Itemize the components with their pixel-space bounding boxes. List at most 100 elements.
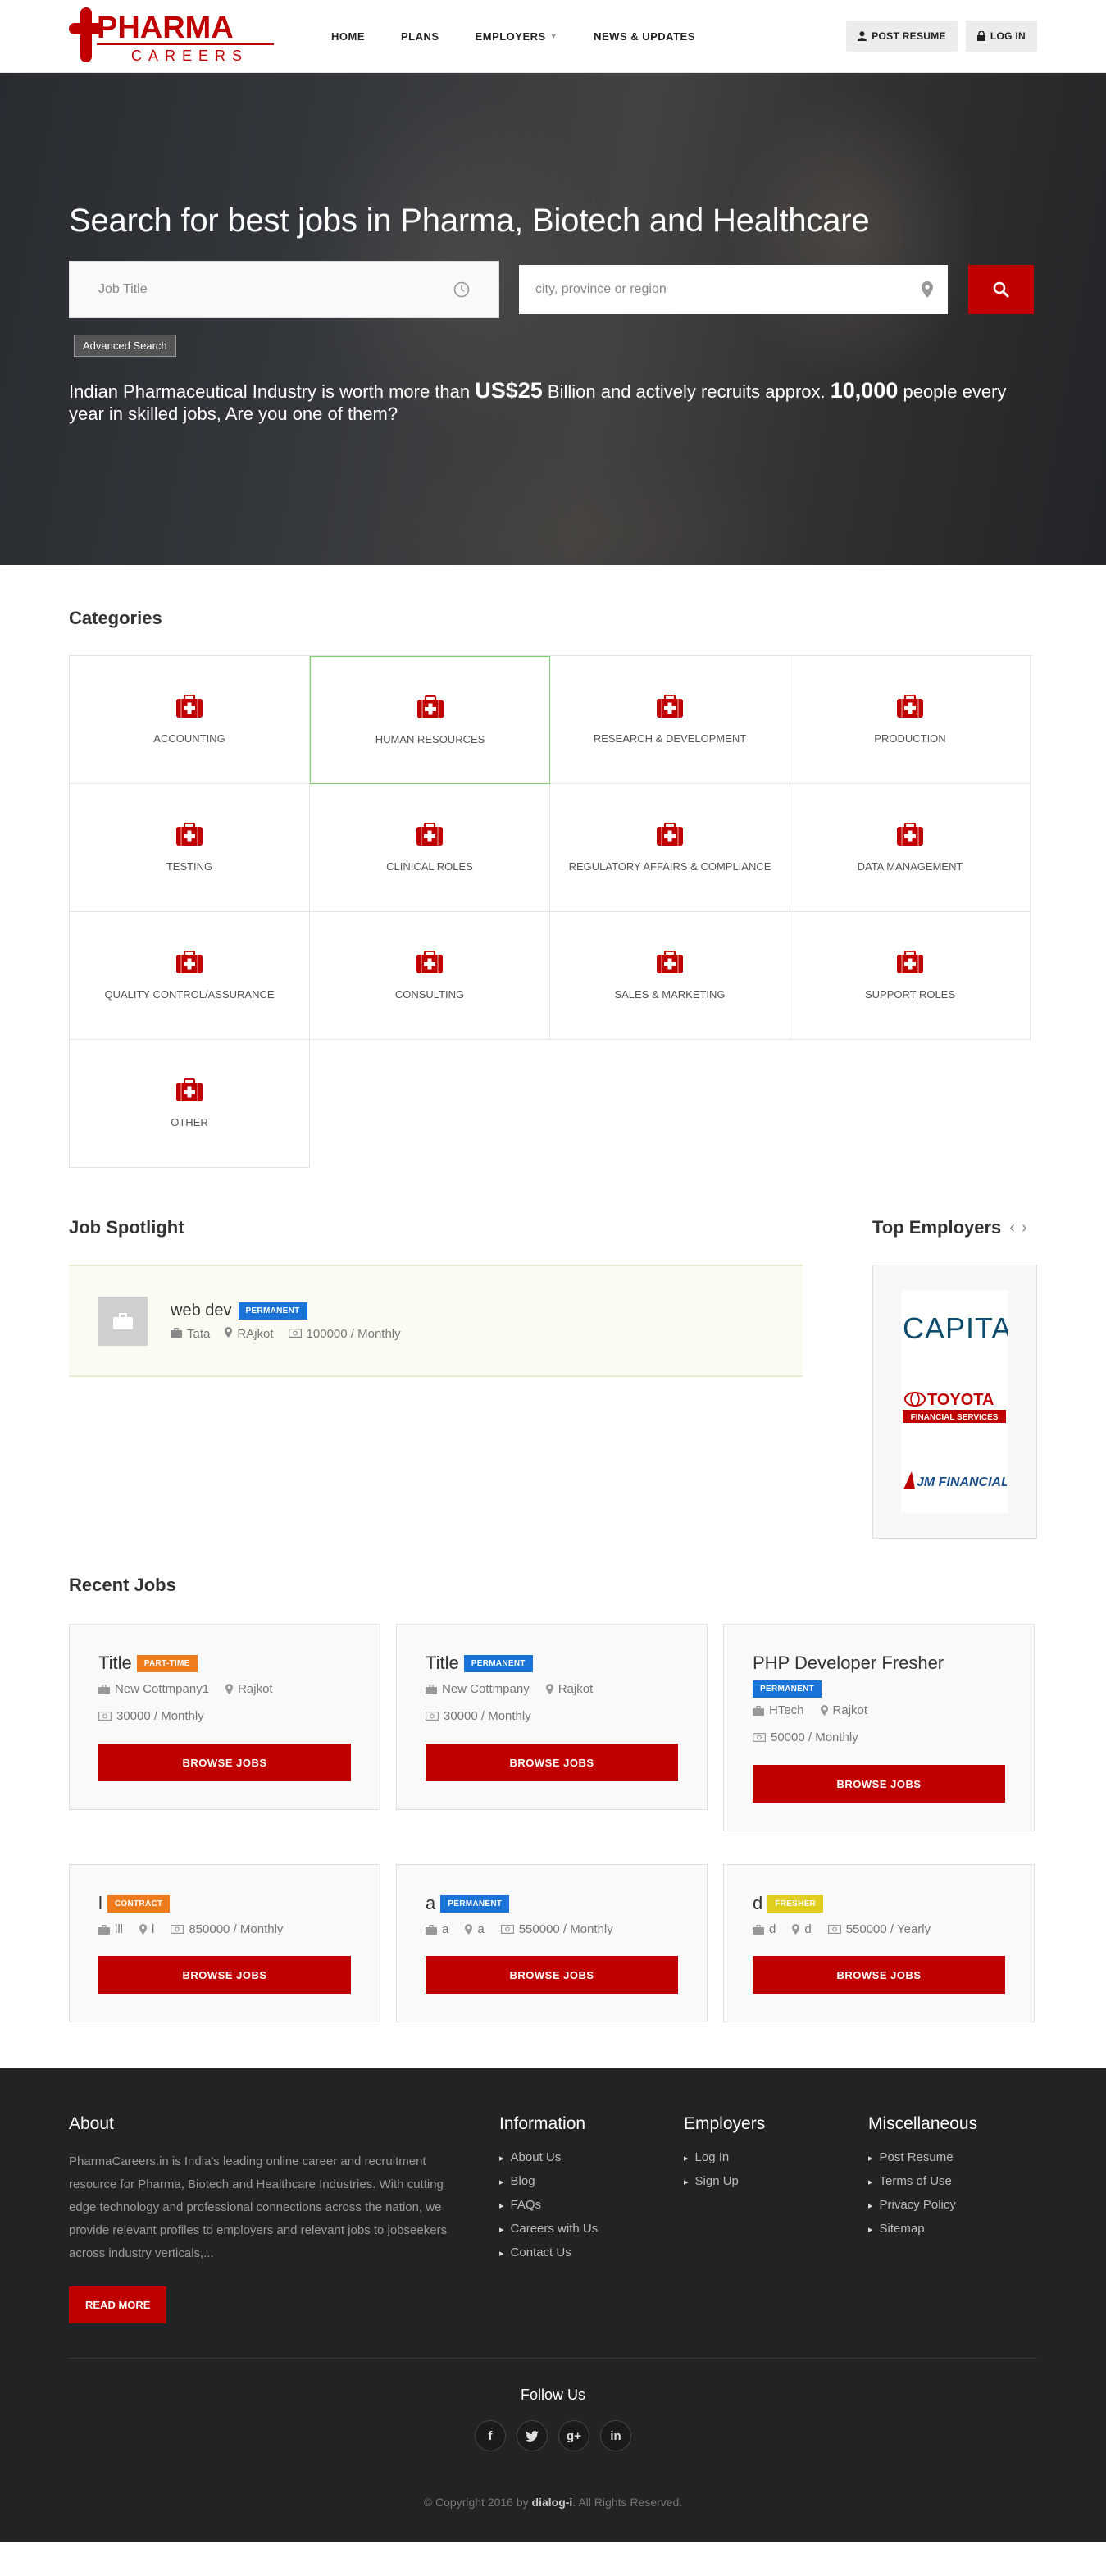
nav-plans[interactable]: PLANS [383, 30, 457, 43]
footer-link-sitemap[interactable]: Sitemap [868, 2222, 977, 2236]
job-salary: 850000 / Monthly [171, 1922, 283, 1936]
category-accounting[interactable]: ACCOUNTING [70, 656, 310, 784]
linkedin-icon[interactable]: in [600, 2420, 631, 2451]
capita-logo[interactable]: CAPITA [901, 1311, 1008, 1347]
spotlight-job-title[interactable]: web dev [171, 1302, 232, 1320]
header-actions: POST RESUME LOG IN [846, 21, 1037, 52]
browse-jobs-button[interactable]: BROWSE JOBS [753, 1956, 1005, 1994]
job-company: d [753, 1922, 776, 1936]
medical-kit-icon [897, 823, 923, 846]
stat-text-1: Indian Pharmaceutical Industry is worth … [69, 381, 476, 402]
category-support-roles[interactable]: SUPPORT ROLES [790, 912, 1031, 1040]
job-card[interactable]: l CONTRACT lll l 850000 / Monthly BROWSE JOBS [69, 1864, 380, 2022]
job-title[interactable]: Title [98, 1653, 132, 1674]
twitter-icon[interactable]: t [517, 2420, 548, 2451]
category-testing[interactable]: TESTING [70, 784, 310, 912]
footer-link-signup[interactable]: Sign Up [684, 2174, 868, 2188]
footer-link-post-resume[interactable]: Post Resume [868, 2150, 977, 2164]
browse-jobs-button[interactable]: BROWSE JOBS [98, 1956, 351, 1994]
job-card[interactable]: PHP Developer Fresher PERMANENT HTech Rajko… [723, 1624, 1035, 1831]
toyota-logo[interactable]: TOYOTA FINANCIAL SERVICES [903, 1388, 1007, 1426]
category-regulatory-affairs-compliance[interactable]: REGULATORY AFFAIRS & COMPLIANCE [550, 784, 790, 912]
category-research-development[interactable]: RESEARCH & DEVELOPMENT [550, 656, 790, 784]
map-marker-icon [792, 1924, 800, 1935]
main-nav: HOME PLANS EMPLOYERS ▼ NEWS & UPDATES [313, 30, 713, 43]
job-salary: 550000 / Yearly [827, 1922, 931, 1936]
post-resume-button[interactable]: POST RESUME [846, 21, 958, 52]
job-card[interactable]: d FRESHER d d 550000 / Yearly BROWSE JOBS [723, 1864, 1035, 2022]
category-clinical-roles[interactable]: CLINICAL ROLES [310, 784, 550, 912]
read-more-button[interactable]: READ MORE [69, 2286, 167, 2323]
map-marker-icon [465, 1924, 473, 1935]
browse-jobs-button[interactable]: BROWSE JOBS [426, 1956, 678, 1994]
category-sales-marketing[interactable]: SALES & MARKETING [550, 912, 790, 1040]
category-data-management[interactable]: DATA MANAGEMENT [790, 784, 1031, 912]
jm-financial-logo[interactable]: JM FINANCIAL [902, 1468, 1007, 1493]
job-title-placeholder: Job Title [98, 282, 148, 296]
spotlight-company: Tata [171, 1327, 210, 1341]
job-title[interactable]: a [426, 1893, 435, 1914]
spotlight-section: Job Spotlight web dev PERMANENT Tata RAj… [0, 1217, 1106, 1539]
chevron-left-icon[interactable]: ‹ [1009, 1219, 1015, 1238]
job-location: l [139, 1922, 154, 1936]
svg-text:TOYOTA: TOYOTA [927, 1391, 994, 1409]
footer-link-terms[interactable]: Terms of Use [868, 2174, 977, 2188]
job-type-badge: PERMANENT [753, 1680, 822, 1698]
footer-link-privacy[interactable]: Privacy Policy [868, 2198, 977, 2212]
job-title-input[interactable]: Job Title [69, 261, 499, 318]
nav-news-label: NEWS & UPDATES [594, 30, 695, 43]
footer-link-about-us[interactable]: About Us [499, 2150, 684, 2164]
nav-employers[interactable]: EMPLOYERS ▼ [457, 30, 576, 43]
footer-emp-title: Employers [684, 2114, 766, 2133]
category-production[interactable]: PRODUCTION [790, 656, 1031, 784]
nav-employers-label: EMPLOYERS [475, 30, 546, 43]
footer-link-contact[interactable]: Contact Us [499, 2245, 684, 2259]
job-title[interactable]: d [753, 1893, 762, 1914]
category-human-resources[interactable]: HUMAN RESOURCES [310, 656, 550, 784]
company-logo-placeholder [98, 1296, 148, 1346]
footer-link-login[interactable]: Log In [684, 2150, 868, 2164]
user-icon [858, 31, 867, 41]
location-input[interactable]: city, province or region [519, 265, 948, 314]
footer-link-blog[interactable]: Blog [499, 2174, 684, 2188]
category-other[interactable]: OTHER [70, 1040, 310, 1168]
map-marker-icon [225, 1326, 233, 1341]
copyright-brand-link[interactable]: dialog-i [532, 2496, 573, 2509]
nav-home[interactable]: HOME [313, 30, 383, 43]
search-button[interactable] [968, 265, 1034, 314]
nav-news[interactable]: NEWS & UPDATES [576, 30, 713, 43]
category-label: TESTING [166, 860, 213, 873]
browse-jobs-button[interactable]: BROWSE JOBS [426, 1744, 678, 1781]
spotlight-salary: 100000 / Monthly [288, 1327, 401, 1341]
medical-kit-icon [176, 951, 203, 973]
map-marker-icon [139, 1924, 147, 1935]
job-card[interactable]: a PERMANENT a a 550000 / Monthly BROWSE JOBS [396, 1864, 708, 2022]
footer-information: Information About Us Blog FAQs Careers w… [499, 2114, 684, 2323]
spotlight-location-name: RAjkot [237, 1326, 274, 1341]
job-title[interactable]: PHP Developer Fresher [753, 1653, 944, 1674]
chevron-right-icon[interactable]: › [1022, 1219, 1027, 1238]
logo-text-bottom: CAREERS [131, 48, 248, 64]
facebook-icon[interactable]: f [475, 2420, 506, 2451]
category-label: RESEARCH & DEVELOPMENT [593, 732, 747, 745]
job-card[interactable]: Title PART-TIME New Cottmpany1 Rajkot 30000 … [69, 1624, 380, 1810]
category-label: DATA MANAGEMENT [857, 860, 963, 873]
advanced-search-link[interactable]: Advanced Search [74, 335, 176, 357]
google-plus-icon[interactable]: g+ [558, 2420, 589, 2451]
hero-banner: Search for best jobs in Pharma, Biotech … [0, 73, 1106, 565]
pharma-careers-logo[interactable]: PHARMA CAREERS [69, 3, 275, 69]
job-card[interactable]: Title PERMANENT New Cottmpany Rajkot 30000 /… [396, 1624, 708, 1810]
job-type-badge: FRESHER [767, 1894, 824, 1913]
footer-about: About PharmaCareers.in is India's leadin… [69, 2114, 499, 2323]
category-quality-control-assurance[interactable]: QUALITY CONTROL/ASSURANCE [70, 912, 310, 1040]
browse-jobs-button[interactable]: BROWSE JOBS [98, 1744, 351, 1781]
login-button[interactable]: LOG IN [965, 21, 1037, 52]
job-title[interactable]: l [98, 1893, 102, 1914]
job-type-badge: PART-TIME [136, 1654, 198, 1672]
spotlight-job-card[interactable]: web dev PERMANENT Tata RAjkot 100000 / M… [69, 1265, 803, 1377]
category-consulting[interactable]: CONSULTING [310, 912, 550, 1040]
footer-link-careers[interactable]: Careers with Us [499, 2222, 684, 2236]
footer-link-faqs[interactable]: FAQs [499, 2198, 684, 2212]
browse-jobs-button[interactable]: BROWSE JOBS [753, 1765, 1005, 1803]
job-title[interactable]: Title [426, 1653, 459, 1674]
